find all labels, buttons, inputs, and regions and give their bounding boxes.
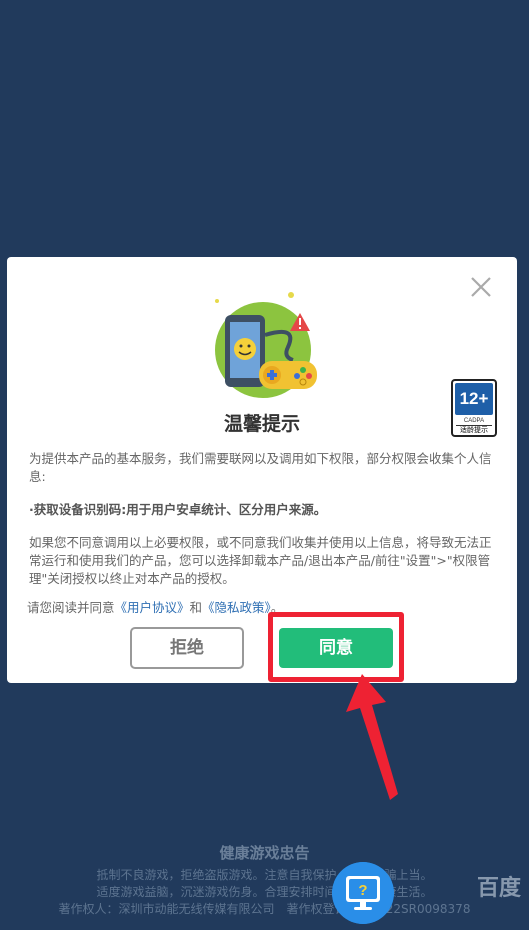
- consent-prefix: 请您阅读并同意: [27, 600, 115, 615]
- advisory-line-2: 适度游戏益脑，沉迷游戏伤身。合理安排时间，享受健康生活。: [96, 885, 433, 899]
- baidu-watermark: 百度: [476, 875, 521, 901]
- red-arrow-icon: [346, 674, 398, 800]
- consent-suffix: 。: [270, 600, 284, 615]
- permission-device-id: ·获取设备识别码:用于用户安卓统计、区分用户来源。: [29, 502, 327, 517]
- permission-refusal-note: 如果您不同意调用以上必要权限，或不同意我们收集并使用以上信息，将导致无法正常运行…: [29, 535, 492, 586]
- consent-and: 和: [189, 600, 203, 615]
- user-agreement-link[interactable]: 《用户协议》: [115, 600, 190, 615]
- close-icon[interactable]: [469, 275, 493, 299]
- health-advisory: 健康游戏忠告 抵制不良游戏，拒绝盗版游戏。注意自我保护，谨防受骗上当。 适度游戏…: [0, 842, 529, 918]
- svg-text:?: ?: [358, 882, 367, 899]
- advisory-title: 健康游戏忠告: [219, 844, 310, 862]
- help-icon[interactable]: ?: [332, 862, 394, 924]
- game-illustration-icon: [215, 292, 317, 398]
- permission-intro: 为提供本产品的基本服务，我们需要联网以及调用如下权限，部分权限会收集个人信息:: [29, 451, 492, 484]
- agree-button[interactable]: 同意: [279, 628, 393, 668]
- reject-button[interactable]: 拒绝: [130, 627, 244, 669]
- consent-text: 请您阅读并同意《用户协议》和《隐私政策》。: [27, 597, 283, 616]
- advisory-copyright: 著作权人：深圳市动能无线传媒有限公司 著作权登记号：2022SR0098378: [58, 902, 471, 916]
- advisory-line-1: 抵制不良游戏，拒绝盗版游戏。注意自我保护，谨防受骗上当。: [96, 868, 433, 882]
- privacy-policy-link[interactable]: 《隐私政策》: [202, 600, 271, 615]
- dialog-title: 温馨提示: [223, 413, 300, 435]
- permission-dialog: 12+ CADPA 适龄提示 温馨提示 为提供本产品的基本服务，我们需要联网以及…: [7, 257, 517, 683]
